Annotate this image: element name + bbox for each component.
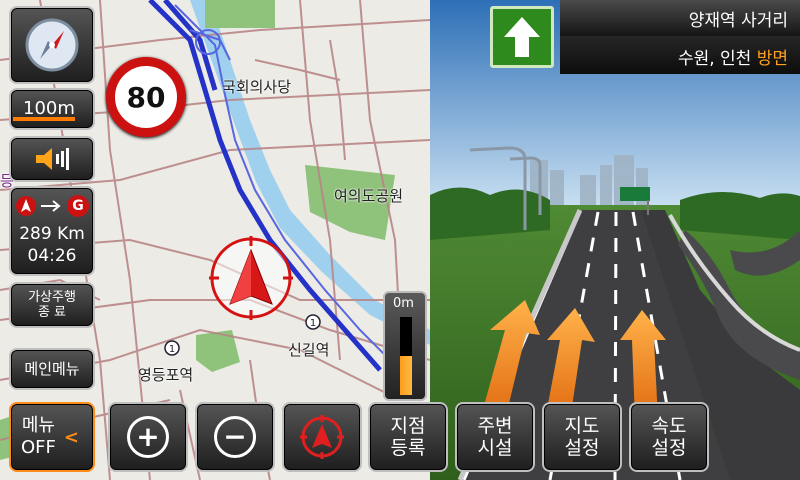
map-settings-line1: 지도 xyxy=(564,415,600,437)
map-settings-button[interactable]: 지도 설정 xyxy=(542,402,622,472)
speed-limit-sign: 80 xyxy=(106,57,186,137)
zoom-gauge-track xyxy=(400,317,412,395)
intersection-name: 양재역 사거리 xyxy=(688,11,788,31)
scale-bar xyxy=(13,117,75,121)
sim-drive-end-line1: 가상주행 xyxy=(28,290,76,305)
zoom-gauge[interactable]: 0m xyxy=(383,291,427,401)
speed-settings-line2: 설정 xyxy=(651,437,687,459)
intersection-banner: 양재역 사거리 xyxy=(560,0,800,36)
map-settings-line2: 설정 xyxy=(564,437,600,459)
route-distance: 289 Km xyxy=(19,224,85,244)
chevron-left-icon: < xyxy=(63,426,79,448)
compass-icon xyxy=(25,18,79,72)
menu-off-line1: 메뉴 xyxy=(21,415,55,436)
nearby-facilities-line1: 주변 xyxy=(477,415,513,437)
menu-off-button[interactable]: 메뉴 OFF < xyxy=(9,402,95,472)
park-area xyxy=(205,0,275,28)
direction-text: 수원, 인천 xyxy=(677,49,752,69)
sim-drive-end-line2: 종 료 xyxy=(37,305,67,320)
current-position-icon xyxy=(300,415,344,459)
map-label-yeouido-park: 여의도공원 xyxy=(334,187,404,205)
svg-text:1: 1 xyxy=(169,344,175,355)
compass-button[interactable] xyxy=(9,6,95,84)
zoom-in-icon: + xyxy=(127,416,169,458)
zoom-out-button[interactable]: − xyxy=(195,402,275,472)
zoom-out-icon: − xyxy=(214,416,256,458)
register-point-line1: 지점 xyxy=(390,415,426,437)
speed-limit-value: 80 xyxy=(126,80,166,114)
scale-indicator[interactable]: 100m xyxy=(9,88,95,130)
current-position-marker xyxy=(209,236,293,320)
main-menu-button[interactable]: 메인메뉴 xyxy=(9,348,95,390)
goal-icon: G xyxy=(67,195,89,217)
route-eta: 04:26 xyxy=(27,246,77,266)
direction-banner: 수원, 인천 방면 xyxy=(560,36,800,74)
main-menu-label: 메인메뉴 xyxy=(24,360,80,378)
map-label-yeongdeungpo-station: 영등포역 xyxy=(138,366,194,384)
volume-button[interactable] xyxy=(9,136,95,182)
route-endpoints: G xyxy=(15,195,89,217)
arrow-right-icon xyxy=(41,200,61,212)
menu-off-line2: OFF xyxy=(21,437,56,458)
zoom-gauge-label: 0m xyxy=(393,296,414,311)
svg-text:1: 1 xyxy=(310,318,316,329)
direction-suffix: 방면 xyxy=(756,49,788,69)
register-point-button[interactable]: 지점 등록 xyxy=(368,402,448,472)
speed-settings-button[interactable]: 속도 설정 xyxy=(629,402,709,472)
zoom-in-button[interactable]: + xyxy=(108,402,188,472)
map-label-singil-station: 신길역 xyxy=(288,341,330,359)
current-position-icon xyxy=(16,196,36,216)
zoom-gauge-fill xyxy=(400,356,412,395)
route-summary-panel[interactable]: G 289 Km 04:26 xyxy=(9,186,95,276)
turn-arrow-panel xyxy=(490,6,554,68)
straight-arrow-icon xyxy=(504,17,540,57)
current-location-button[interactable] xyxy=(282,402,362,472)
nearby-facilities-button[interactable]: 주변 시설 xyxy=(455,402,535,472)
map-label-national-assembly: 국회의사당 xyxy=(222,78,292,96)
register-point-line2: 등록 xyxy=(390,437,426,459)
speaker-icon xyxy=(36,148,69,170)
speed-settings-line1: 속도 xyxy=(651,415,687,437)
sim-drive-end-button[interactable]: 가상주행 종 료 xyxy=(9,282,95,328)
nearby-facilities-line2: 시설 xyxy=(477,437,513,459)
